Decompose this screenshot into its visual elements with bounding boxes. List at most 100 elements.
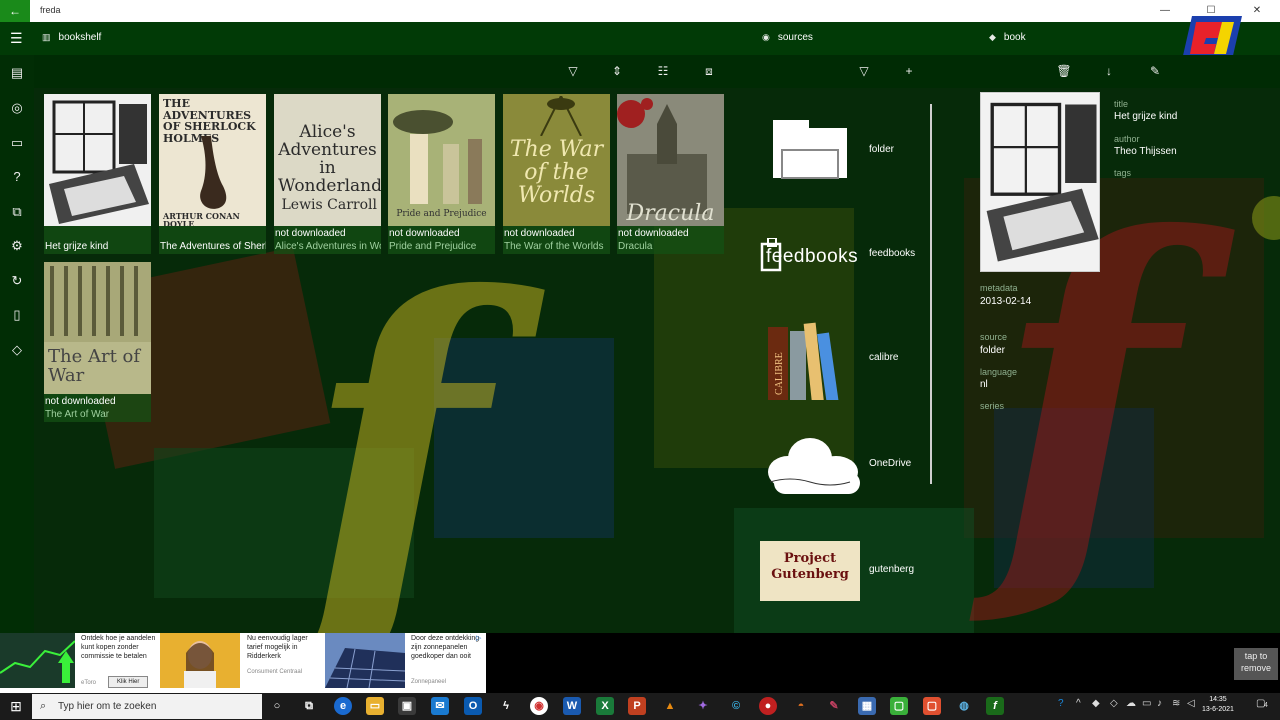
powerpoint-icon[interactable]: P <box>628 697 646 715</box>
chevron-up-icon[interactable]: ^ <box>1076 698 1081 709</box>
bookshelf-label: bookshelf <box>58 32 102 43</box>
source-onedrive[interactable]: OneDrive <box>760 430 920 500</box>
book-tile[interactable]: The War of the Worlds not downloaded The… <box>503 94 610 254</box>
select-icon[interactable]: ⧈ <box>700 62 718 80</box>
feedbooks-logo: feedbooks <box>760 220 860 290</box>
settings-icon[interactable]: ⚙ <box>9 238 25 254</box>
microphone-icon[interactable]: ♪ <box>1157 698 1162 709</box>
ad-cta-button[interactable]: Klik Hier <box>108 676 149 688</box>
add-source-icon[interactable]: + <box>900 62 918 80</box>
download-status: not downloaded <box>275 228 346 239</box>
book-title: Het grijze kind <box>45 241 109 252</box>
book-tile[interactable]: Pride and Prejudice not downloaded Pride… <box>388 94 495 254</box>
taskbar-clock[interactable]: 14:35 13-6-2021 <box>1202 695 1234 715</box>
edit-icon[interactable]: ✎ <box>1146 62 1164 80</box>
book-icon: ◆ <box>989 32 996 42</box>
gutenberg-logo: Project Gutenberg <box>760 541 860 601</box>
cortana-icon[interactable]: ○ <box>268 697 286 715</box>
cloud-icon[interactable]: ☁ <box>1126 698 1136 709</box>
book-cover: THE ADVENTURES OF SHERLOCK HOLMES ARTHUR… <box>159 94 266 226</box>
navigation-rail: ▤ ◎ ▭ ? ⧉ ⚙ ↻ ▯ ◇ <box>0 55 34 633</box>
lightning-app-icon[interactable]: ϟ <box>497 697 515 715</box>
globe-icon[interactable]: ◎ <box>9 100 25 116</box>
book-title: The Art of War <box>45 409 110 420</box>
volume-icon[interactable]: ◁ <box>1187 698 1195 709</box>
file-explorer-icon[interactable]: ▭ <box>366 697 384 715</box>
book-cover: Pride and Prejudice <box>388 94 495 226</box>
book-tile[interactable]: Alice's Adventures in Wonderland Lewis C… <box>274 94 381 254</box>
source-filter-icon[interactable]: ▽ <box>855 62 873 80</box>
book-cover <box>44 94 151 226</box>
help-icon[interactable]: ? <box>9 169 25 185</box>
bookshelf-icon: ▥ <box>42 32 51 42</box>
windows-start-icon[interactable]: ⊞ <box>0 693 32 720</box>
green-app-icon[interactable]: ▢ <box>890 697 908 715</box>
book-cover: The Art of War <box>44 262 151 394</box>
download-status: not downloaded <box>45 396 116 407</box>
ad-image-solar <box>325 633 405 688</box>
excel-icon[interactable]: X <box>596 697 614 715</box>
source-folder[interactable]: folder <box>760 116 920 186</box>
taskbar-search-input[interactable]: ⌕ Typ hier om te zoeken <box>32 694 262 719</box>
settings-app-icon[interactable]: ✦ <box>694 697 712 715</box>
dropbox-2-icon[interactable]: ◇ <box>1110 698 1118 709</box>
back-arrow-icon[interactable]: ← <box>0 0 30 22</box>
ad-banner: Ontdek hoe je aandelen kunt kopen zonder… <box>0 633 1280 693</box>
sort-icon[interactable]: ⇕ <box>608 62 626 80</box>
hamburger-menu-icon[interactable]: ☰ <box>10 30 23 47</box>
book-tile[interactable]: Dracula not downloaded Dracula <box>617 94 724 254</box>
tap-to-remove-button[interactable]: tap to remove <box>1234 648 1278 680</box>
chrome-icon[interactable]: ◉ <box>530 697 548 715</box>
vlc-icon[interactable]: ▲ <box>661 697 679 715</box>
ad-info-icon[interactable]: ▷ <box>476 634 481 642</box>
ad-strip[interactable]: Ontdek hoe je aandelen kunt kopen zonder… <box>0 633 486 693</box>
book-tile[interactable]: The Art of War not downloaded The Art of… <box>44 262 151 422</box>
edge-icon[interactable]: e <box>334 697 352 715</box>
mail-icon[interactable]: ✉ <box>431 697 449 715</box>
outlook-icon[interactable]: O <box>464 697 482 715</box>
source-gutenberg[interactable]: Project Gutenberg gutenberg <box>760 536 920 606</box>
series-label: series <box>980 401 1005 411</box>
delete-icon[interactable]: 🗑 <box>1055 62 1073 80</box>
globe-icon: ◉ <box>762 32 770 42</box>
bookshelf-header[interactable]: ▥ bookshelf <box>42 32 101 43</box>
book-cover: The War of the Worlds <box>503 94 610 226</box>
paint-icon[interactable]: ✎ <box>825 697 843 715</box>
sync-icon[interactable]: ↻ <box>9 273 25 289</box>
tags-label: tags <box>1114 168 1132 178</box>
clock-time: 14:35 <box>1209 696 1227 703</box>
command-toolbar: ▽ ⇕ ☷ ⧈ ▽ + 🗑 ↓ ✎ <box>34 55 1280 88</box>
red-app-icon[interactable]: ▢ <box>923 697 941 715</box>
recorder-icon[interactable]: ● <box>759 697 777 715</box>
book-tile[interactable]: Het grijze kind <box>44 94 151 254</box>
network-icon[interactable]: ⧉ <box>9 204 25 220</box>
download-icon[interactable]: ↓ <box>1100 62 1118 80</box>
firefox-icon[interactable]: ◓ <box>792 697 810 715</box>
photos-icon[interactable]: ▦ <box>858 697 876 715</box>
dropbox-icon[interactable]: ◆ <box>1092 698 1100 709</box>
tag-icon[interactable]: ◇ <box>9 342 25 358</box>
book-header[interactable]: ◆ book <box>989 32 1026 43</box>
help-tray-icon[interactable]: ? <box>1058 698 1064 709</box>
source-calibre[interactable]: CALIBRE calibre <box>760 322 920 400</box>
sources-header[interactable]: ◉ sources <box>762 32 813 43</box>
wifi-icon[interactable]: ≋ <box>1172 698 1180 709</box>
freda-taskbar-icon[interactable]: f <box>986 697 1004 715</box>
word-icon[interactable]: W <box>563 697 581 715</box>
freda-logo-watermark: f <box>304 208 485 633</box>
sources-scrollbar[interactable] <box>930 104 932 484</box>
library-icon[interactable]: ▤ <box>9 65 25 81</box>
filter-icon[interactable]: ▽ <box>564 62 582 80</box>
task-view-icon[interactable]: ⧉ <box>300 697 318 715</box>
store-icon[interactable]: ▣ <box>398 697 416 715</box>
reader-icon[interactable]: ▯ <box>9 307 25 323</box>
ccleaner-icon[interactable]: © <box>727 697 745 715</box>
main-content: f f Het grijze kind THE ADVENTURES OF SH… <box>34 88 1280 633</box>
network-app-icon[interactable]: ◍ <box>955 697 973 715</box>
list-view-icon[interactable]: ☷ <box>654 62 672 80</box>
source-feedbooks[interactable]: feedbooks feedbooks <box>760 220 920 290</box>
selected-book-cover <box>980 92 1100 272</box>
power-icon[interactable]: ▭ <box>1142 698 1151 709</box>
book-open-icon[interactable]: ▭ <box>9 135 25 151</box>
book-tile[interactable]: THE ADVENTURES OF SHERLOCK HOLMES ARTHUR… <box>159 94 266 254</box>
